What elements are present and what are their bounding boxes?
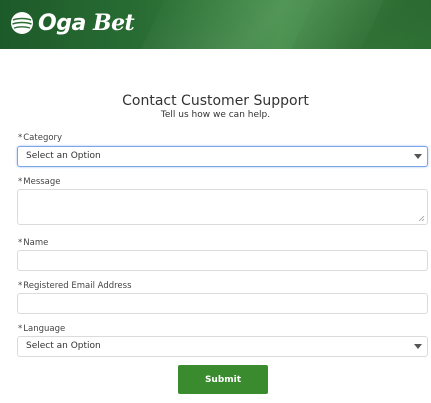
- required-mark: *: [18, 238, 23, 248]
- ball-icon: [11, 12, 33, 34]
- form-title: Contact Customer Support: [122, 93, 309, 109]
- category-label-text: Category: [23, 133, 63, 143]
- email-label-text: Registered Email Address: [23, 281, 132, 291]
- site-header: Oga Bet: [0, 0, 431, 49]
- required-mark: *: [18, 133, 23, 143]
- email-label: *Registered Email Address: [18, 281, 132, 291]
- required-mark: *: [18, 324, 23, 334]
- category-select[interactable]: Select an Option: [17, 146, 428, 167]
- language-label-text: Language: [23, 324, 66, 334]
- message-textarea[interactable]: [17, 189, 428, 225]
- email-input[interactable]: [17, 293, 428, 314]
- name-label: *Name: [18, 238, 48, 248]
- language-select[interactable]: Select an Option: [17, 336, 428, 357]
- category-select-value: Select an Option: [26, 151, 101, 161]
- language-label: *Language: [18, 324, 65, 334]
- category-label: *Category: [18, 133, 62, 143]
- message-label-text: Message: [23, 177, 61, 187]
- submit-button[interactable]: Submit: [178, 365, 268, 394]
- logo-wordmark: Oga Bet: [38, 9, 135, 36]
- site-logo[interactable]: Oga Bet: [10, 8, 135, 38]
- resize-handle-icon[interactable]: [418, 215, 425, 222]
- chevron-down-icon: [414, 344, 422, 349]
- form-subtitle: Tell us how we can help.: [160, 110, 271, 120]
- logo-primary: Oga: [38, 10, 86, 36]
- name-label-text: Name: [23, 238, 49, 248]
- required-mark: *: [18, 281, 23, 291]
- language-select-value: Select an Option: [26, 341, 101, 351]
- name-input[interactable]: [17, 250, 428, 271]
- required-mark: *: [18, 177, 23, 187]
- chevron-down-icon: [414, 154, 422, 159]
- message-label: *Message: [18, 177, 61, 187]
- logo-secondary: Bet: [92, 9, 135, 36]
